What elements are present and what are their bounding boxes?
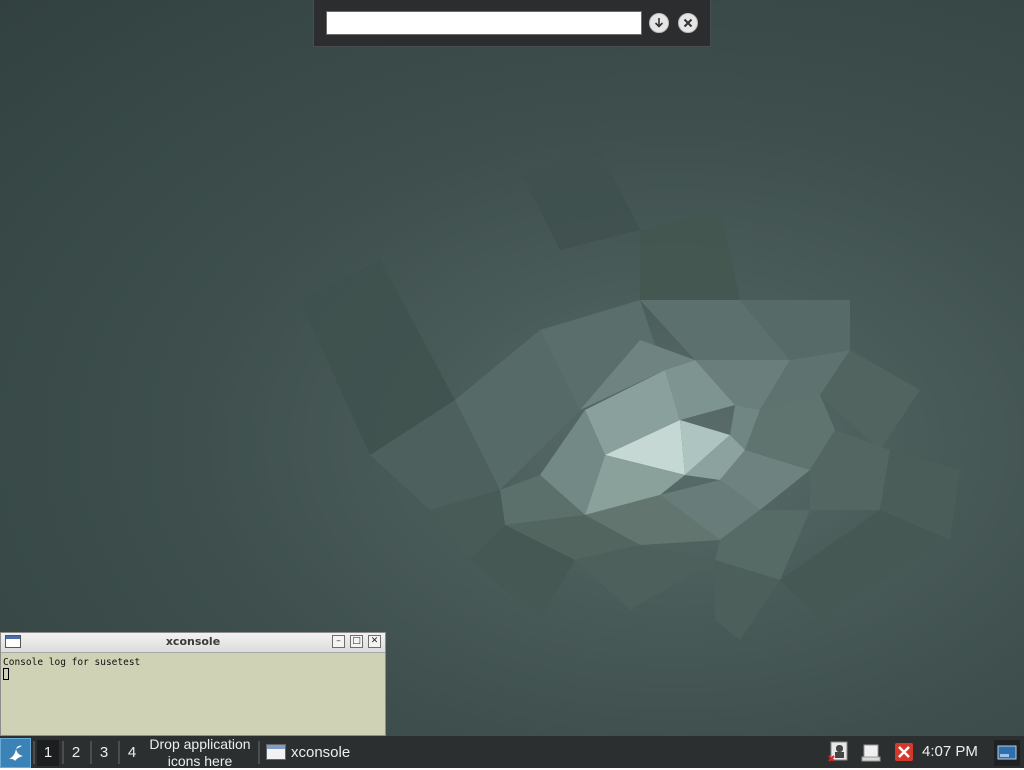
launcher-drop-area[interactable]: Drop application icons here bbox=[142, 736, 258, 769]
close-circle-icon[interactable] bbox=[678, 13, 698, 33]
menu-start-icon[interactable] bbox=[0, 738, 31, 768]
maximize-icon[interactable]: □ bbox=[350, 635, 363, 648]
download-circle-icon[interactable] bbox=[649, 13, 669, 33]
close-icon[interactable]: ✕ bbox=[368, 635, 381, 648]
network-disconnected-icon[interactable] bbox=[828, 741, 850, 763]
window-title: xconsole bbox=[165, 635, 221, 648]
workspace-1[interactable]: 1 bbox=[37, 740, 59, 766]
run-dialog bbox=[313, 0, 711, 47]
show-desktop-icon[interactable] bbox=[994, 740, 1020, 766]
removable-drive-icon[interactable] bbox=[860, 741, 882, 763]
desktop[interactable] bbox=[0, 0, 1024, 736]
separator bbox=[258, 741, 260, 764]
separator bbox=[62, 741, 64, 764]
window-titlebar[interactable]: xconsole – □ ✕ bbox=[1, 633, 385, 653]
error-x-icon[interactable] bbox=[893, 741, 915, 763]
wallpaper bbox=[300, 150, 960, 640]
run-command-input[interactable] bbox=[326, 11, 642, 35]
workspace-2[interactable]: 2 bbox=[65, 740, 87, 766]
workspace-4[interactable]: 4 bbox=[121, 740, 143, 766]
window-icon bbox=[266, 744, 286, 760]
separator bbox=[118, 741, 120, 764]
console-log-text[interactable]: Console log for susetest bbox=[3, 657, 140, 668]
minimize-icon[interactable]: – bbox=[332, 635, 345, 648]
clock[interactable]: 4:07 PM bbox=[922, 743, 978, 760]
task-button-xconsole[interactable]: xconsole bbox=[262, 740, 392, 766]
separator bbox=[90, 741, 92, 764]
workspace-3[interactable]: 3 bbox=[93, 740, 115, 766]
console-cursor bbox=[3, 668, 9, 680]
task-label: xconsole bbox=[291, 744, 351, 761]
taskbar: 1 2 3 4 Drop application icons here xcon… bbox=[0, 736, 1024, 769]
xconsole-window[interactable]: xconsole – □ ✕ Console log for susetest bbox=[0, 632, 386, 736]
separator bbox=[33, 741, 35, 764]
